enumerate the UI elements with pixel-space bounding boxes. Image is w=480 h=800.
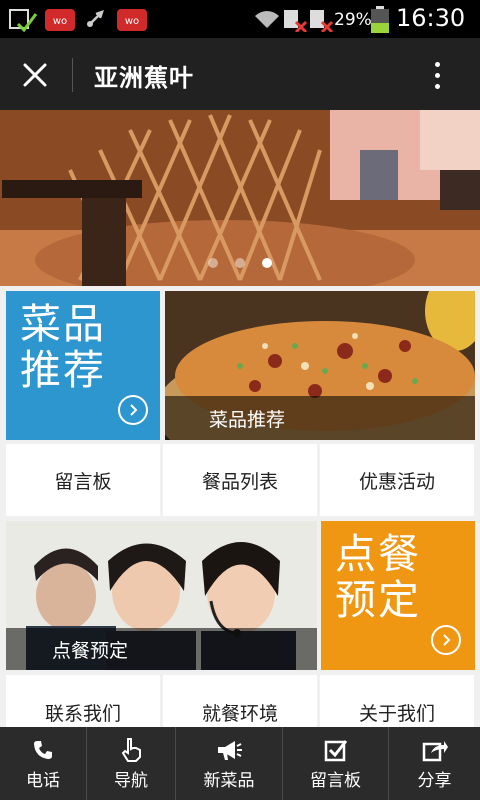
wo-app-icon: wo	[117, 9, 147, 31]
order-photo-tile[interactable]: 点餐预定	[6, 521, 317, 670]
nav-message-board-label: 留言板	[310, 770, 361, 791]
phone-icon	[32, 737, 54, 763]
dishes-photo-tile[interactable]: 菜品推荐	[165, 291, 475, 440]
app-header: 亚洲蕉叶	[0, 38, 480, 110]
order-photo-caption: 点餐预定	[6, 628, 317, 670]
bottom-nav: 电话 导航 新菜品 留言板 分享	[0, 727, 480, 800]
circle-arrow-icon	[431, 625, 461, 655]
menu-list-tile[interactable]: 餐品列表	[163, 444, 317, 516]
order-reserve-tile[interactable]: 点餐 预定	[321, 521, 475, 670]
status-bar: wo wo 29% 16:30	[0, 0, 480, 38]
share-icon	[422, 737, 448, 763]
message-board-tile[interactable]: 留言板	[6, 444, 160, 516]
carousel-indicator	[0, 258, 480, 270]
nav-phone[interactable]: 电话	[0, 727, 86, 800]
wo-app-icon: wo	[45, 9, 75, 31]
dishes-photo-caption: 菜品推荐	[165, 396, 475, 440]
hand-pointer-icon	[119, 737, 143, 763]
battery-icon	[371, 6, 389, 33]
nav-share[interactable]: 分享	[389, 727, 480, 800]
nav-navigate[interactable]: 导航	[87, 727, 175, 800]
sim1-no-signal-icon	[284, 10, 308, 32]
nav-new-dishes[interactable]: 新菜品	[176, 727, 282, 800]
carousel-dot-active[interactable]	[262, 258, 272, 268]
usb-icon	[87, 10, 104, 27]
nav-phone-label: 电话	[26, 770, 60, 791]
order-reserve-big-label: 点餐 预定	[335, 530, 421, 624]
promotions-tile[interactable]: 优惠活动	[320, 444, 474, 516]
circle-arrow-icon	[118, 395, 148, 425]
wifi-icon	[255, 11, 279, 28]
megaphone-icon	[215, 737, 243, 763]
nav-message-board[interactable]: 留言板	[283, 727, 388, 800]
checkbox-icon	[324, 737, 348, 763]
battery-percent: 29%	[334, 10, 372, 30]
clock: 16:30	[396, 4, 466, 32]
more-menu-button[interactable]	[420, 54, 454, 96]
close-button[interactable]	[14, 54, 56, 96]
page-title: 亚洲蕉叶	[94, 64, 194, 92]
photo-check-icon	[9, 9, 38, 32]
more-vertical-icon	[434, 61, 440, 67]
close-icon	[23, 63, 47, 87]
svg-text:wo: wo	[125, 16, 139, 27]
nav-navigate-label: 导航	[114, 770, 148, 791]
dishes-recommend-tile[interactable]: 菜品 推荐	[6, 291, 160, 440]
carousel-dot[interactable]	[235, 258, 245, 268]
carousel-dot[interactable]	[208, 258, 218, 268]
dishes-recommend-big-label: 菜品 推荐	[20, 300, 106, 394]
nav-new-dishes-label: 新菜品	[203, 770, 255, 791]
sim2-no-signal-icon	[310, 10, 334, 32]
header-divider	[72, 58, 73, 92]
nav-share-label: 分享	[417, 770, 452, 791]
svg-text:wo: wo	[53, 16, 67, 27]
